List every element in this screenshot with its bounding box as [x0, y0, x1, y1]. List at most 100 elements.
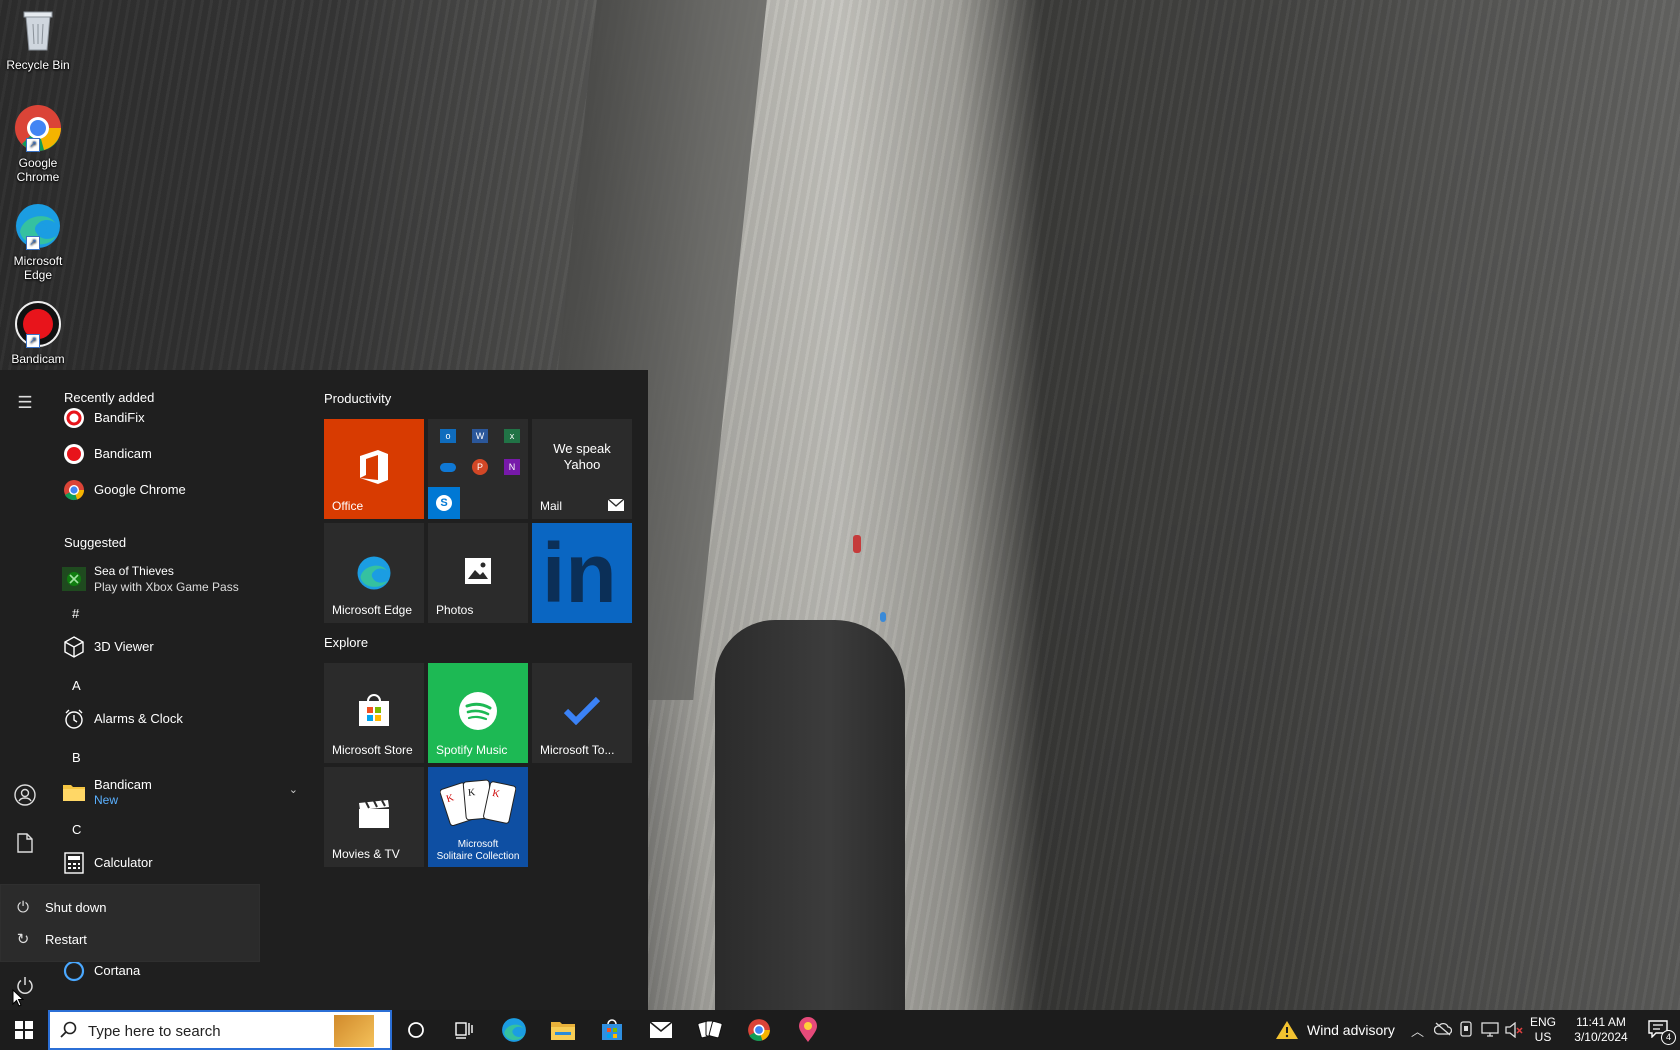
clapperboard-icon	[359, 800, 389, 828]
taskbar-edge[interactable]	[499, 1015, 529, 1045]
start-menu: ☰ Recently added BandiFix Bandicam Googl…	[0, 370, 648, 1010]
excel-icon: x	[504, 429, 520, 443]
app-google-chrome[interactable]: Google Chrome	[62, 473, 312, 507]
folder-icon	[62, 780, 86, 804]
cortana-circle-icon	[408, 1022, 424, 1038]
letter-header-hash[interactable]: #	[72, 606, 79, 621]
hamburger-menu-icon[interactable]: ☰	[12, 390, 38, 416]
tile-spotify[interactable]: Spotify Music	[428, 663, 528, 763]
wallpaper-boulder	[715, 620, 905, 1020]
suggested-sea-of-thieves[interactable]: Sea of Thieves Play with Xbox Game Pass	[62, 559, 312, 599]
tile-movies-tv[interactable]: Movies & TV	[324, 767, 424, 867]
group-productivity[interactable]: Productivity	[324, 391, 391, 406]
taskbar-solitaire[interactable]	[695, 1015, 725, 1045]
network-icon[interactable]	[1481, 1022, 1499, 1043]
tile-microsoft-edge[interactable]: Microsoft Edge	[324, 523, 424, 623]
bandifix-icon	[62, 406, 86, 430]
shut-down-option[interactable]: ⏻ Shut down	[1, 891, 259, 923]
playing-cards-icon	[697, 1020, 723, 1039]
suggested-heading: Suggested	[64, 535, 127, 550]
action-center-button[interactable]: 4	[1640, 1015, 1676, 1045]
user-account-icon[interactable]	[12, 782, 38, 808]
mouse-cursor-icon	[12, 988, 25, 1012]
taskbar-file-explorer[interactable]	[548, 1015, 578, 1045]
edge-icon	[357, 556, 391, 590]
app-calculator[interactable]: Calculator	[62, 846, 312, 880]
desktop-icon-microsoft-edge[interactable]: ↗ Microsoft Edge	[2, 202, 74, 282]
desktop-icon-recycle-bin[interactable]: Recycle Bin	[2, 6, 74, 72]
wallpaper-climber-blue	[880, 612, 886, 622]
tile-office-apps-folder[interactable]: o W x P N S	[428, 419, 528, 519]
task-view-icon	[455, 1022, 473, 1039]
bandicam-icon: ↗	[14, 300, 62, 348]
desktop-icon-bandicam[interactable]: ↗ Bandicam	[2, 300, 74, 366]
app-bandifix[interactable]: BandiFix	[62, 401, 312, 435]
skype-icon: S	[428, 487, 460, 519]
letter-header-a[interactable]: A	[72, 678, 81, 693]
desktop-icon-label: Microsoft Edge	[13, 254, 63, 282]
desktop-icon-label: Google Chrome	[16, 156, 60, 184]
input-language-indicator[interactable]: ENG US	[1527, 1015, 1559, 1045]
letter-header-c[interactable]: C	[72, 822, 81, 837]
letter-header-b[interactable]: B	[72, 750, 81, 765]
office-icon	[360, 450, 388, 484]
app-3d-viewer[interactable]: 3D Viewer	[62, 630, 312, 664]
taskbar-mail[interactable]	[646, 1015, 676, 1045]
onedrive-icon	[440, 463, 456, 472]
bandicam-icon	[62, 442, 86, 466]
taskbar-search-box[interactable]: Type here to search	[48, 1010, 392, 1050]
cortana-button[interactable]	[401, 1015, 431, 1045]
spotify-icon	[459, 692, 497, 730]
checkmark-icon	[564, 697, 600, 725]
search-icon	[60, 1021, 78, 1044]
app-alarms-clock[interactable]: Alarms & Clock	[62, 702, 312, 736]
group-explore[interactable]: Explore	[324, 635, 368, 650]
clock[interactable]: 11:41 AM 3/10/2024	[1562, 1015, 1640, 1045]
task-view-button[interactable]	[449, 1015, 479, 1045]
tile-microsoft-todo[interactable]: Microsoft To...	[532, 663, 632, 763]
volume-muted-icon[interactable]	[1505, 1021, 1523, 1043]
chevron-down-icon[interactable]: ⌄	[289, 783, 298, 796]
xbox-icon	[62, 567, 86, 591]
desktop-icon-label: Recycle Bin	[6, 58, 70, 72]
taskbar-microsoft-store[interactable]	[597, 1015, 627, 1045]
folder-bandicam[interactable]: Bandicam New ⌄	[62, 774, 312, 810]
store-icon	[602, 1019, 622, 1040]
tile-photos[interactable]: Photos	[428, 523, 528, 623]
weather-widget[interactable]: Wind advisory	[1275, 1010, 1405, 1050]
search-highlight-image	[334, 1015, 374, 1047]
power-options-menu: ⏻ Shut down ↻ Restart	[0, 884, 260, 962]
taskbar-chrome[interactable]	[744, 1015, 774, 1045]
wallpaper-climber-red	[853, 535, 861, 553]
taskbar-maps[interactable]	[793, 1015, 823, 1045]
envelope-icon	[608, 499, 624, 511]
device-icon[interactable]	[1459, 1021, 1473, 1042]
map-pin-icon	[799, 1017, 817, 1042]
tile-solitaire[interactable]: K K K Microsoft Solitaire Collection	[428, 767, 528, 867]
show-hidden-icons-chevron-icon[interactable]: ︿	[1411, 1021, 1424, 1040]
tile-office[interactable]: Office	[324, 419, 424, 519]
documents-icon[interactable]	[12, 830, 38, 856]
start-button[interactable]	[0, 1010, 48, 1050]
powerpoint-icon: P	[472, 459, 488, 475]
tile-linkedin[interactable]: in	[532, 523, 632, 623]
calculator-icon	[62, 851, 86, 875]
shortcut-arrow-icon: ↗	[26, 236, 40, 250]
envelope-icon	[649, 1021, 673, 1038]
search-placeholder: Type here to search	[88, 1023, 221, 1040]
onenote-icon: N	[504, 459, 520, 475]
chrome-icon	[62, 478, 86, 502]
edge-icon: ↗	[14, 202, 62, 250]
desktop-icon-label: Bandicam	[11, 352, 65, 366]
restart-option[interactable]: ↻ Restart	[1, 923, 259, 955]
taskbar: Type here to search Wind advisory ︿ ENG …	[0, 1010, 1680, 1050]
app-bandicam[interactable]: Bandicam	[62, 437, 312, 471]
cube-3d-icon	[62, 635, 86, 659]
word-icon: W	[472, 429, 488, 443]
chrome-icon: ↗	[14, 104, 62, 152]
photos-icon	[465, 558, 491, 584]
onedrive-offline-icon[interactable]	[1433, 1022, 1453, 1041]
desktop-icon-google-chrome[interactable]: ↗ Google Chrome	[2, 104, 74, 184]
tile-microsoft-store[interactable]: Microsoft Store	[324, 663, 424, 763]
tile-mail[interactable]: We speak Yahoo Mail	[532, 419, 632, 519]
